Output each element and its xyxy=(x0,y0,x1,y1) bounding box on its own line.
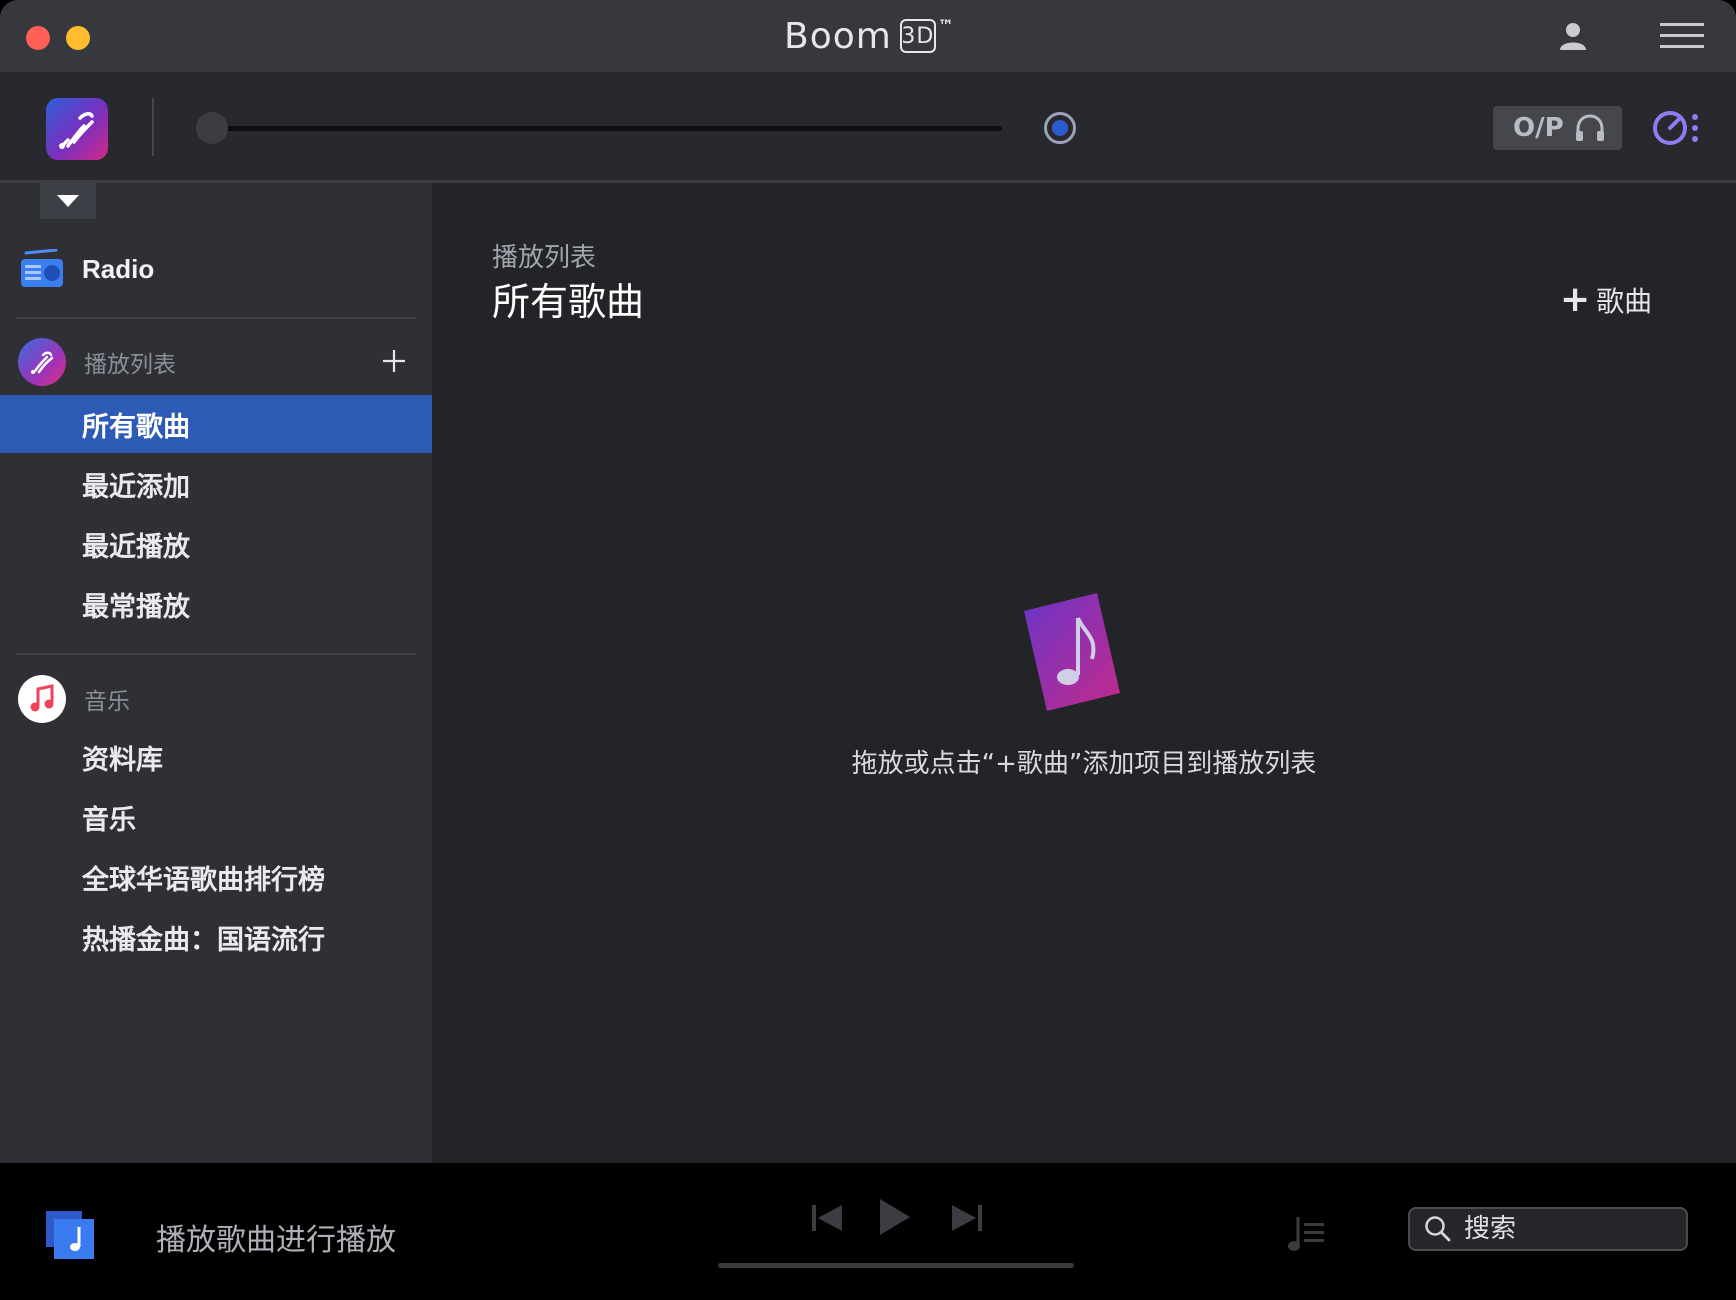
sidebar-divider xyxy=(16,317,416,319)
sidebar-item-label: 音乐 xyxy=(82,804,136,836)
app-window: Boom 3D ™ O/P Radio 播放列表 所有歌曲 最近添加 最近播放 … xyxy=(0,0,1736,1300)
sidebar-item-label: 最近播放 xyxy=(82,531,190,563)
sidebar-divider xyxy=(16,653,416,655)
minimize-window-button[interactable] xyxy=(66,26,90,50)
sidebar-item-recently-played[interactable]: 最近播放 xyxy=(0,515,432,573)
output-device-button[interactable]: O/P xyxy=(1493,106,1622,150)
toolbar-divider xyxy=(152,98,154,156)
sidebar-item-label: 全球华语歌曲排行榜 xyxy=(82,864,325,896)
boom-effect-toggle[interactable] xyxy=(1044,112,1076,144)
apple-music-icon xyxy=(18,675,66,723)
volume-slider-knob[interactable] xyxy=(196,112,228,144)
sidebar-item-mandarin-hits[interactable]: 热播金曲：国语流行 xyxy=(0,908,432,966)
title-bar: Boom 3D ™ xyxy=(0,0,1736,72)
music-header-label: 音乐 xyxy=(84,689,130,715)
sidebar: Radio 播放列表 所有歌曲 最近添加 最近播放 最常播放 音乐 资料库 音乐… xyxy=(0,183,432,1163)
close-window-button[interactable] xyxy=(26,26,50,50)
play-icon[interactable] xyxy=(878,1197,912,1237)
radio-icon xyxy=(21,249,63,287)
queue-list-icon[interactable] xyxy=(1286,1211,1326,1255)
sidebar-collapse-button[interactable] xyxy=(40,183,96,219)
add-playlist-icon[interactable] xyxy=(382,349,406,373)
app-title-text: Boom xyxy=(784,15,892,57)
playlists-header-label: 播放列表 xyxy=(84,352,176,378)
sidebar-item-label: 所有歌曲 xyxy=(82,411,190,443)
search-input[interactable] xyxy=(1462,1213,1666,1245)
breadcrumb: 播放列表 xyxy=(492,243,597,273)
headphones-icon xyxy=(1575,114,1604,141)
add-song-label: 歌曲 xyxy=(1596,284,1653,318)
boom-logo-button[interactable] xyxy=(46,98,108,160)
user-account-icon[interactable] xyxy=(1558,20,1588,52)
toolbar: O/P xyxy=(0,72,1736,183)
search-field[interactable] xyxy=(1408,1207,1688,1251)
hamburger-menu-icon[interactable] xyxy=(1658,20,1706,52)
sidebar-item-label: 最近添加 xyxy=(82,471,190,503)
app-title: Boom 3D ™ xyxy=(784,14,955,58)
playlists-logo-icon xyxy=(18,338,66,386)
sidebar-item-label: 最常播放 xyxy=(82,591,190,623)
radio-label: Radio xyxy=(82,253,155,284)
playback-progress-bar[interactable] xyxy=(718,1263,1074,1268)
sidebar-item-all-songs[interactable]: 所有歌曲 xyxy=(0,395,432,453)
player-bar: 播放歌曲进行播放 xyxy=(0,1163,1736,1300)
sidebar-item-recently-added[interactable]: 最近添加 xyxy=(0,455,432,513)
now-playing-text: 播放歌曲进行播放 xyxy=(156,1223,396,1258)
boom-logo-icon xyxy=(59,112,94,149)
volume-slider-track[interactable] xyxy=(212,126,1002,131)
sidebar-item-radio[interactable]: Radio xyxy=(20,243,154,295)
sidebar-item-most-played[interactable]: 最常播放 xyxy=(0,575,432,633)
main-content: 播放列表 所有歌曲 + 歌曲 拖放或点击“+歌曲”添加项目到播放列表 xyxy=(432,183,1736,1163)
sidebar-item-label: 资料库 xyxy=(82,744,163,776)
effects-knob-icon[interactable] xyxy=(1652,108,1702,148)
playlists-section-header: 播放列表 xyxy=(18,337,418,387)
output-label: O/P xyxy=(1513,113,1564,143)
previous-track-icon[interactable] xyxy=(810,1201,844,1235)
sidebar-item-label: 热播金曲：国语流行 xyxy=(82,924,325,956)
chevron-down-icon xyxy=(57,195,79,207)
next-track-icon[interactable] xyxy=(950,1201,984,1235)
app-title-badge: 3D xyxy=(899,19,936,53)
sidebar-item-library[interactable]: 资料库 xyxy=(0,728,432,786)
page-title: 所有歌曲 xyxy=(492,280,645,324)
plus-icon: + xyxy=(1560,279,1591,320)
sidebar-item-music[interactable]: 音乐 xyxy=(0,788,432,846)
now-playing-artwork-icon xyxy=(46,1211,94,1259)
app-title-trademark: ™ xyxy=(937,16,955,35)
sidebar-item-chinese-chart[interactable]: 全球华语歌曲排行榜 xyxy=(0,848,432,906)
music-section-header: 音乐 xyxy=(18,674,418,724)
add-song-button[interactable]: + 歌曲 xyxy=(1560,279,1652,320)
search-icon xyxy=(1425,1216,1451,1242)
music-note-icon xyxy=(1024,593,1120,711)
empty-playlist-message: 拖放或点击“+歌曲”添加项目到播放列表 xyxy=(851,749,1317,779)
